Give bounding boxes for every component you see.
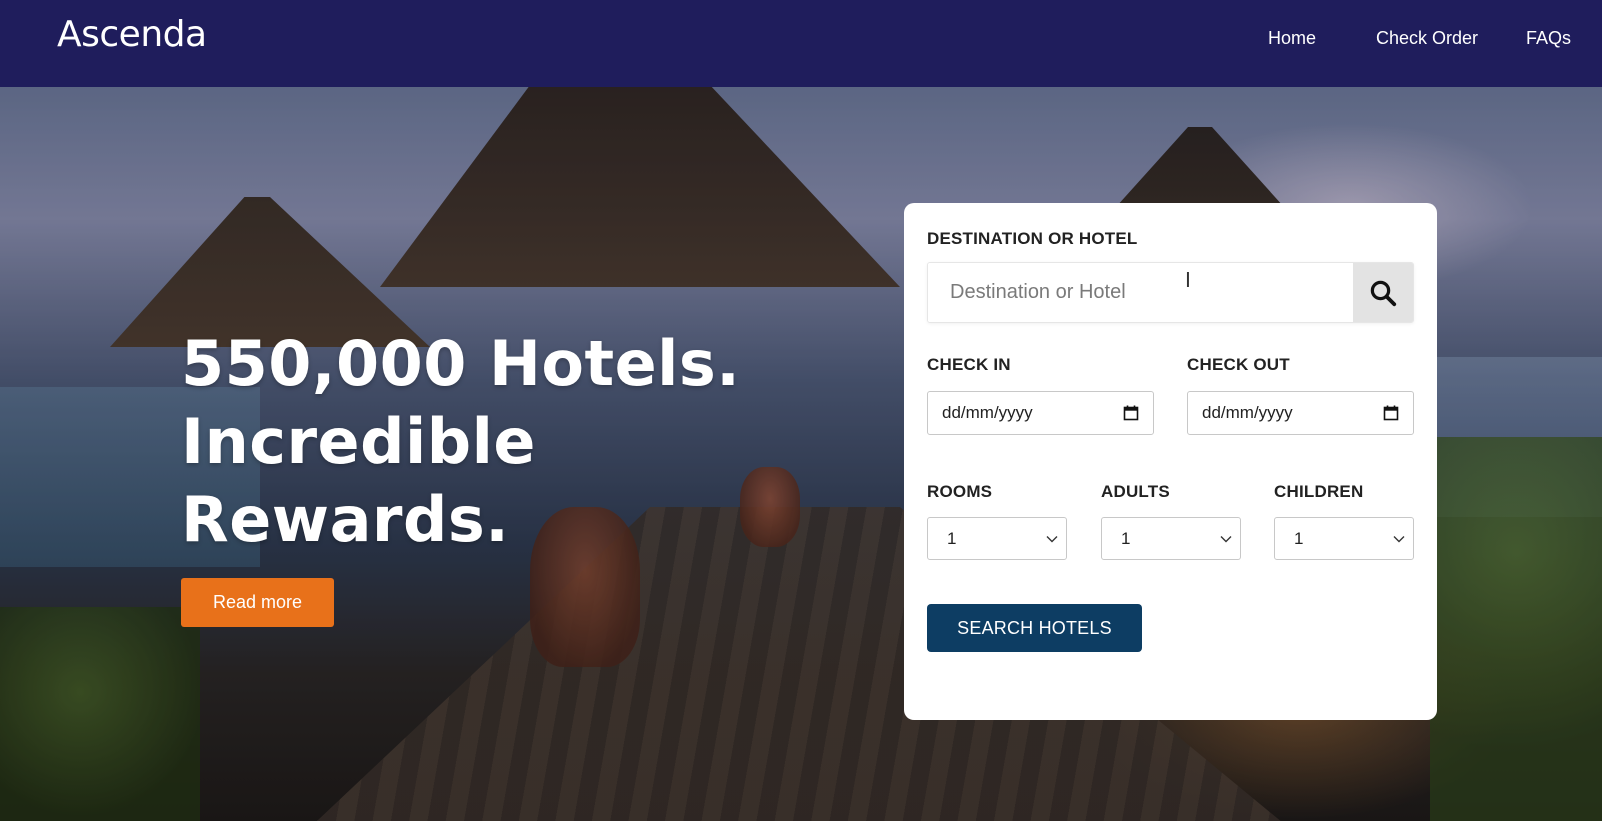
hero-headline: 550,000 Hotels. Incredible Rewards. bbox=[181, 325, 740, 559]
nav-check-order-link[interactable]: Check Order bbox=[1376, 28, 1478, 49]
chevron-down-icon bbox=[1393, 535, 1405, 542]
adults-value: 1 bbox=[1121, 528, 1131, 548]
check-out-input[interactable]: dd/mm/yyyy bbox=[1187, 391, 1414, 435]
children-label: CHILDREN bbox=[1274, 482, 1364, 501]
read-more-button[interactable]: Read more bbox=[181, 578, 334, 627]
children-select[interactable]: 1 bbox=[1274, 517, 1414, 560]
magnifier-icon bbox=[1370, 280, 1397, 306]
nav-home-link[interactable]: Home bbox=[1268, 28, 1316, 49]
rooms-value: 1 bbox=[947, 528, 957, 548]
rooms-label: ROOMS bbox=[927, 482, 993, 501]
check-in-label: CHECK IN bbox=[927, 355, 1011, 374]
calendar-icon[interactable] bbox=[1123, 405, 1139, 421]
check-in-value: dd/mm/yyyy bbox=[942, 403, 1033, 422]
nav-faqs-link[interactable]: FAQs bbox=[1526, 28, 1571, 49]
hotel-search-form: DESTINATION OR HOTEL CHECK IN dd/mm/yyyy… bbox=[904, 203, 1437, 720]
destination-search-button[interactable] bbox=[1353, 263, 1413, 322]
calendar-icon[interactable] bbox=[1383, 405, 1399, 421]
hero-banner: 550,000 Hotels. Incredible Rewards. Read… bbox=[0, 87, 1602, 821]
chevron-down-icon bbox=[1046, 535, 1058, 542]
destination-input[interactable] bbox=[928, 263, 1353, 322]
search-hotels-button[interactable]: SEARCH HOTELS bbox=[927, 604, 1142, 652]
adults-label: ADULTS bbox=[1101, 482, 1170, 501]
destination-field bbox=[927, 262, 1414, 323]
text-cursor-icon: I bbox=[1185, 268, 1191, 292]
destination-label: DESTINATION OR HOTEL bbox=[927, 229, 1138, 248]
chevron-down-icon bbox=[1220, 535, 1232, 542]
top-navbar: Ascenda Home Check Order FAQs bbox=[0, 0, 1602, 87]
check-out-label: CHECK OUT bbox=[1187, 355, 1290, 374]
brand-logo[interactable]: Ascenda bbox=[57, 14, 207, 55]
rooms-select[interactable]: 1 bbox=[927, 517, 1067, 560]
headline-line-2: Incredible bbox=[181, 405, 536, 478]
check-out-value: dd/mm/yyyy bbox=[1202, 403, 1293, 422]
headline-line-3: Rewards. bbox=[181, 483, 510, 556]
check-in-input[interactable]: dd/mm/yyyy bbox=[927, 391, 1154, 435]
adults-select[interactable]: 1 bbox=[1101, 517, 1241, 560]
children-value: 1 bbox=[1294, 528, 1304, 548]
headline-line-1: 550,000 Hotels. bbox=[181, 327, 741, 400]
